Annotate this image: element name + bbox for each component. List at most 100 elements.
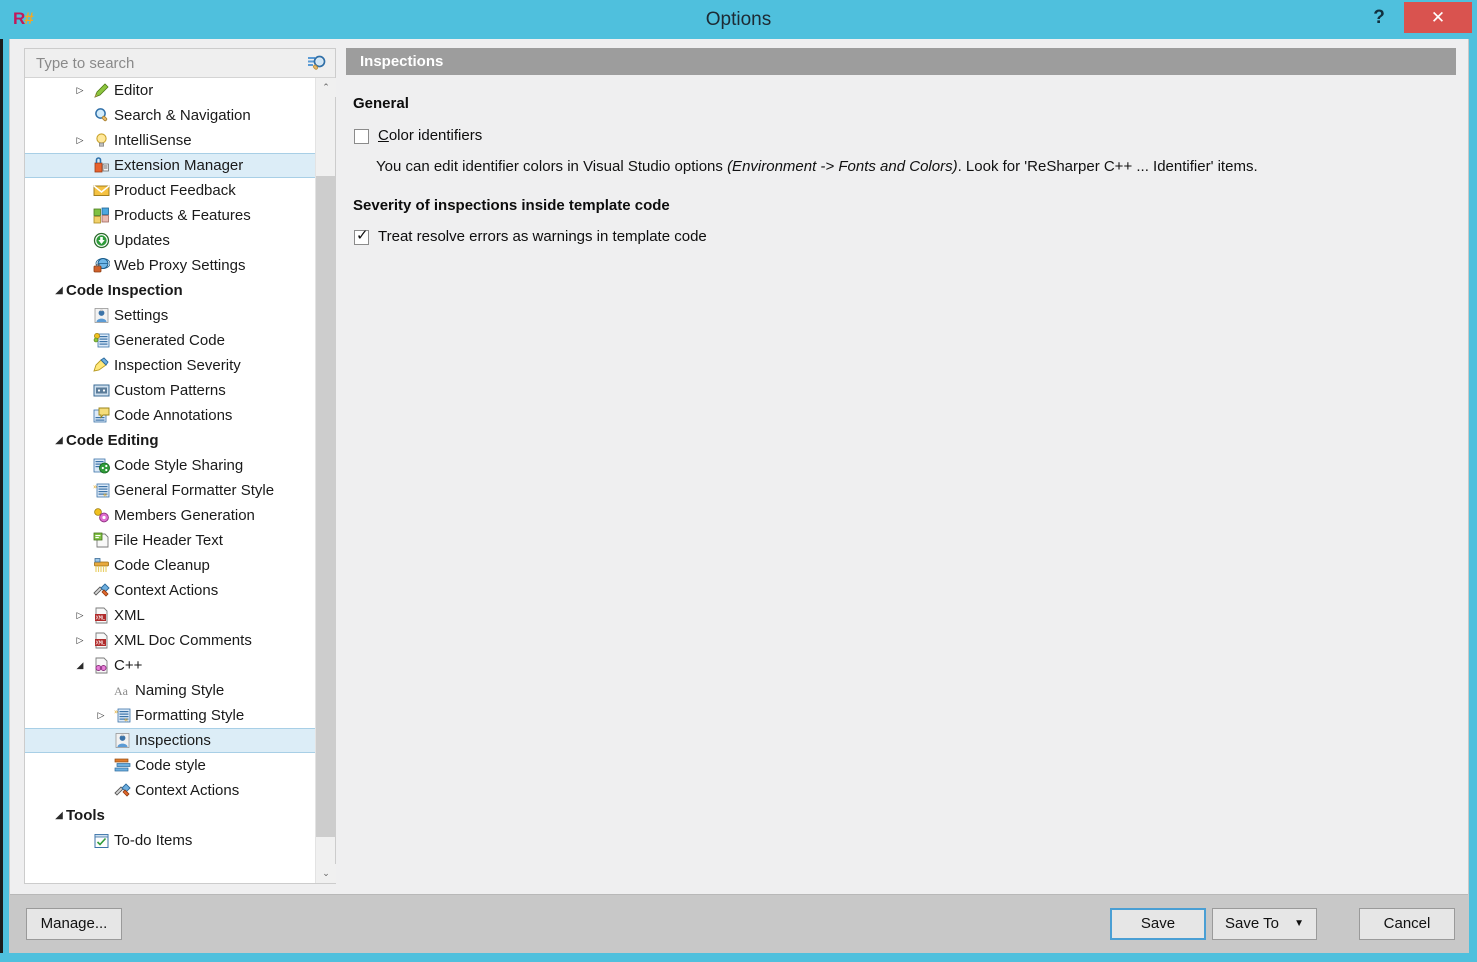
search-input[interactable] (34, 49, 299, 78)
tree-item-formatting-style[interactable]: ▷» «Formatting Style (25, 703, 313, 728)
xml-file-icon: XML (93, 632, 110, 649)
tree-item-inspections[interactable]: Inspections (25, 728, 315, 753)
tree-item-generated-code[interactable]: Generated Code (25, 328, 313, 353)
products-grid-icon (93, 207, 110, 224)
desc-part1: You can edit identifier colors in Visual… (376, 158, 728, 175)
tree-item-label: Code Annotations (114, 407, 233, 424)
chevron-down-icon[interactable]: ◢ (53, 428, 65, 453)
download-circle-icon (93, 232, 110, 249)
tree-item-label: Context Actions (114, 582, 219, 599)
tree-item-label: XML (114, 607, 145, 624)
tree-item-code-annotations[interactable]: Code Annotations (25, 403, 313, 428)
chevron-down-icon[interactable]: ◢ (53, 803, 65, 828)
tree-item-label: To-do Items (114, 832, 193, 849)
tree-item-c[interactable]: ◢ C++ (25, 653, 313, 678)
cancel-button[interactable]: Cancel (1359, 908, 1455, 940)
svg-text:«: « (124, 716, 128, 724)
tree-item-web-proxy-settings[interactable]: Web Proxy Settings (25, 253, 313, 278)
share-icon (93, 457, 110, 474)
tree-item-label: Settings (114, 307, 169, 324)
tree-item-context-actions[interactable]: Context Actions (25, 778, 313, 803)
manage-button[interactable]: Manage... (26, 908, 122, 940)
scroll-up-icon[interactable]: ⌃ (316, 78, 336, 97)
tree-item-label: Search & Navigation (114, 107, 251, 124)
search-icon[interactable] (307, 54, 327, 74)
tree-item-extension-manager[interactable]: Extension Manager (25, 153, 315, 178)
chevron-down-icon[interactable]: ▼ (1294, 909, 1304, 939)
xml-file-icon: XML (93, 607, 110, 624)
close-icon[interactable]: ✕ (1404, 2, 1472, 33)
tree-item-label: General Formatter Style (114, 482, 275, 499)
window-title: Options (705, 9, 772, 30)
treat-resolve-checkbox[interactable]: ✓ (354, 227, 369, 245)
tree-item-search-navigation[interactable]: Search & Navigation (25, 103, 313, 128)
section-title-severity: Severity of inspections inside template … (353, 197, 670, 214)
tree-item-tools[interactable]: ◢ Tools (25, 803, 313, 828)
chevron-right-icon[interactable]: ▷ (95, 703, 107, 728)
chevron-right-icon[interactable]: ▷ (74, 78, 86, 103)
broom-icon (93, 557, 110, 574)
tree-scrollbar[interactable]: ⌃ ⌄ (315, 78, 336, 883)
tree-item-product-feedback[interactable]: Product Feedback (25, 178, 313, 203)
tree-item-to-do-items[interactable]: To-do Items (25, 828, 313, 853)
scroll-down-icon[interactable]: ⌄ (316, 864, 336, 883)
tree-item-settings[interactable]: Settings (25, 303, 313, 328)
tree-item-code-editing[interactable]: ◢ Code Editing (25, 428, 313, 453)
svg-text:»: » (114, 708, 118, 716)
tree-item-label: Code style (135, 757, 206, 774)
svg-text:«: « (103, 491, 107, 499)
tree-item-xml[interactable]: ▷ XML XML (25, 603, 313, 628)
tree-item-label: Tools (66, 807, 105, 824)
save-button[interactable]: Save (1110, 908, 1206, 940)
chevron-right-icon[interactable]: ▷ (74, 628, 86, 653)
tree-item-code-inspection[interactable]: ◢ Code Inspection (25, 278, 313, 303)
tree-item-label: IntelliSense (114, 132, 192, 149)
svg-text:Aa: Aa (114, 684, 129, 698)
tree-item-code-style[interactable]: Code style (25, 753, 313, 778)
chevron-down-icon[interactable]: ◢ (53, 278, 65, 303)
tree-item-intellisense[interactable]: ▷ IntelliSense (25, 128, 313, 153)
desc-part2: . Look for 'ReSharper C++ ... Identifier… (957, 158, 1258, 175)
color-identifiers-label: Color identifiers (378, 127, 482, 144)
envelope-icon (93, 182, 110, 199)
accel-char: C (378, 127, 389, 144)
chevron-right-icon[interactable]: ▷ (74, 128, 86, 153)
tree-item-editor[interactable]: ▷ Editor (25, 78, 313, 103)
check-icon: ✓ (356, 227, 369, 244)
tree-item-file-header-text[interactable]: File Header Text (25, 528, 313, 553)
chevron-right-icon[interactable]: ▷ (74, 603, 86, 628)
chevron-down-icon[interactable]: ◢ (74, 653, 86, 678)
tree-item-members-generation[interactable]: Members Generation (25, 503, 313, 528)
color-identifiers-checkbox[interactable] (354, 129, 369, 144)
tree-item-products-features[interactable]: Products & Features (25, 203, 313, 228)
tree-item-label: Updates (114, 232, 170, 249)
scrollbar-thumb[interactable] (316, 176, 336, 837)
tree-item-general-formatter-style[interactable]: » «General Formatter Style (25, 478, 313, 503)
svg-text:XML: XML (96, 616, 105, 622)
tree-item-label: XML Doc Comments (114, 632, 252, 649)
options-page-pane: Inspections General Color identifiers Yo… (346, 48, 1456, 884)
label-rest: olor identifiers (388, 127, 483, 144)
tree-item-xml-doc-comments[interactable]: ▷ XML XML Doc Comments (25, 628, 313, 653)
hammer-icon (93, 582, 110, 599)
save-to-button[interactable]: Save To ▼ (1212, 908, 1317, 940)
tree-item-code-cleanup[interactable]: Code Cleanup (25, 553, 313, 578)
settings-tree[interactable]: ▷ Editor Search & Navigation ▷ IntelliSense E… (25, 78, 335, 883)
tree-item-code-style-sharing[interactable]: Code Style Sharing (25, 453, 313, 478)
file-header-icon (93, 532, 110, 549)
tree-item-updates[interactable]: Updates (25, 228, 313, 253)
tree-item-context-actions[interactable]: Context Actions (25, 578, 313, 603)
help-button[interactable]: ? (1361, 3, 1397, 32)
page-title: Inspections (360, 53, 444, 70)
tree-item-label: Naming Style (135, 682, 225, 699)
tree-item-inspection-severity[interactable]: Inspection Severity (25, 353, 313, 378)
formatter-icon: » « (93, 482, 110, 499)
settings-tree-pane: ▷ Editor Search & Navigation ▷ IntelliSense E… (24, 48, 336, 884)
options-window: R# Options ? ✕ Type to search ▷ Editor S… (0, 0, 1477, 962)
search-box (25, 49, 335, 78)
tree-item-custom-patterns[interactable]: Custom Patterns (25, 378, 313, 403)
page-header: Inspections (346, 48, 1456, 75)
svg-text:XML: XML (96, 641, 105, 647)
tree-item-naming-style[interactable]: Aa Naming Style (25, 678, 313, 703)
naming-style-icon: Aa (114, 682, 131, 699)
